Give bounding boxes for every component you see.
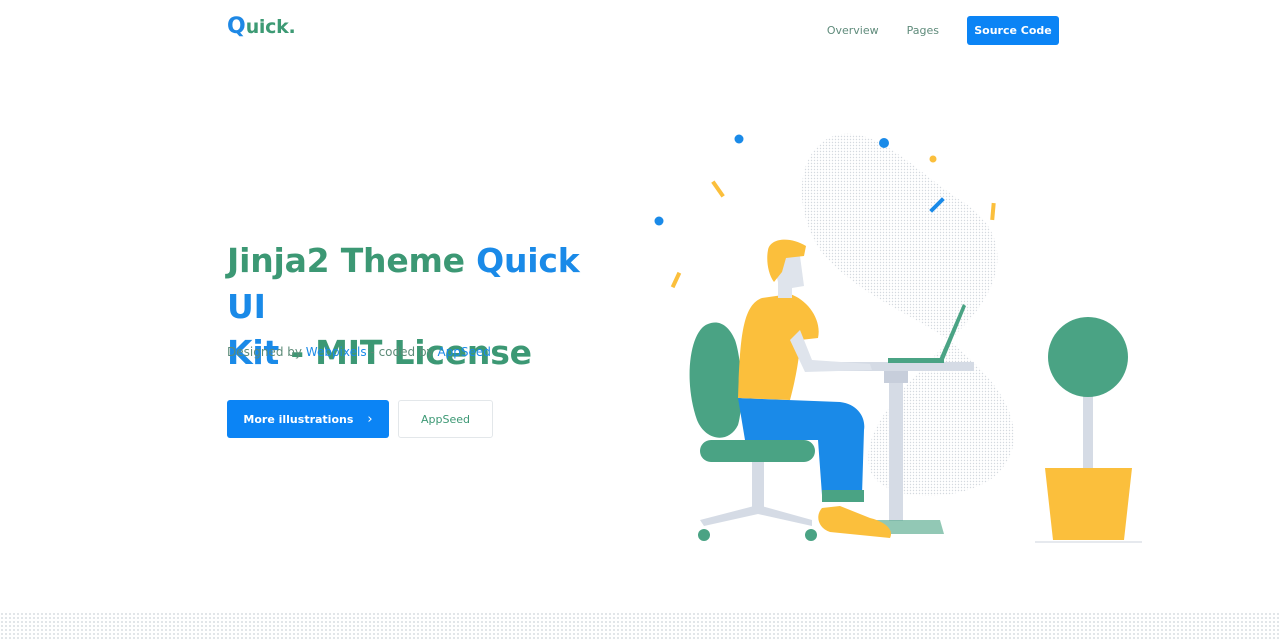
more-illustrations-label: More illustrations [243,412,354,426]
laptop-base [888,358,944,363]
nav-links: Overview Pages Source Code [827,16,1059,45]
confetti-bar [711,180,725,198]
appseed-link[interactable]: AppSeed [437,345,490,359]
plant-leaves [1048,317,1128,397]
chair-wheel [805,529,817,541]
confetti-bar [670,271,682,289]
person-sock [822,490,864,502]
hero-subtitle: Designed by Webpixels - coded by AppSeed [227,345,491,359]
confetti-dot [734,134,744,144]
person-arm [790,330,872,372]
chair-legs [700,505,812,526]
desk-leg [889,371,903,521]
chair-seat [700,440,815,462]
confetti-dot [879,138,889,148]
hero-illustration [654,133,1142,543]
person-shoe [818,506,892,538]
brand-logo-q: Q [227,14,246,39]
hero-title-part1: Jinja2 Theme [227,241,477,280]
confetti-dot [654,216,664,226]
plant-pot [1045,468,1132,540]
nav-link-pages[interactable]: Pages [907,17,939,45]
hero-subtitle-middle: - coded by [366,345,438,359]
hero-subtitle-prefix: Designed by [227,345,306,359]
chair-post [752,462,764,512]
more-illustrations-button[interactable]: More illustrations › [227,400,389,438]
brand-logo[interactable]: Q uick. [227,14,296,39]
footer-dotted-band [0,612,1280,640]
chevron-right-icon: › [367,411,373,427]
navbar: Q uick. Overview Pages Source Code [0,0,1280,62]
confetti-bar [990,202,996,221]
chair-back [689,322,742,438]
nav-link-overview[interactable]: Overview [827,17,879,45]
appseed-button[interactable]: AppSeed [398,400,493,438]
source-code-button[interactable]: Source Code [967,16,1059,45]
chair-wheel [698,529,710,541]
webpixels-link[interactable]: Webpixels [306,345,367,359]
confetti-dot [929,155,937,163]
brand-logo-text: uick. [245,16,296,38]
desk-block [884,371,908,383]
